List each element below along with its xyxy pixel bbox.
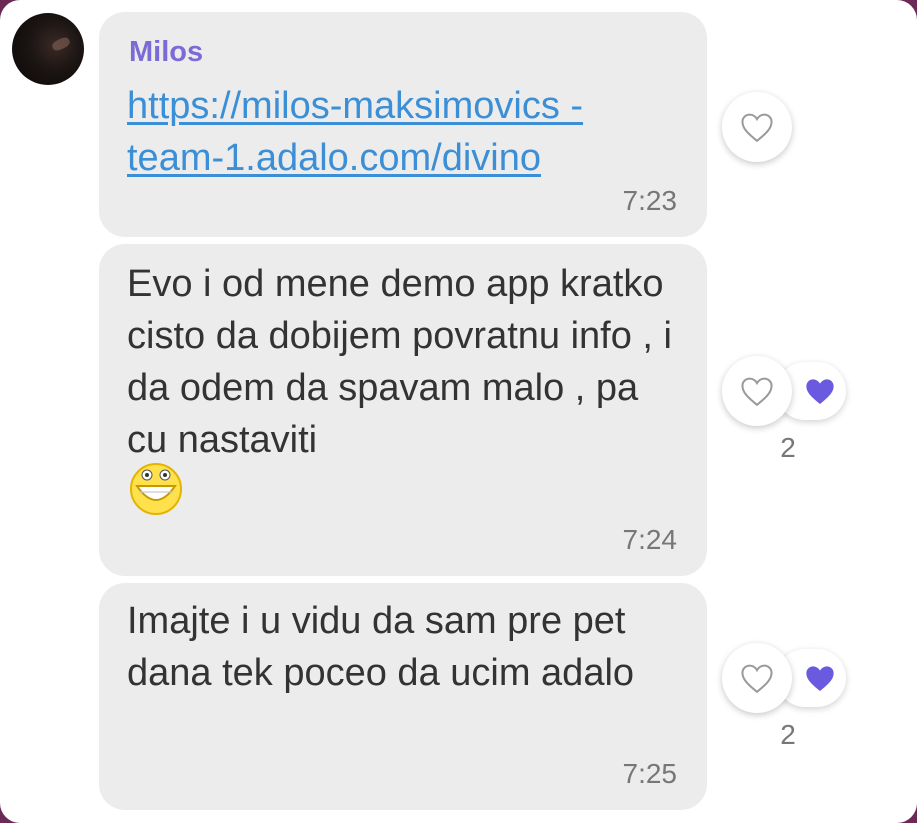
message-bubble[interactable]: Imajte i u vidu da sam pre pet dana tek … [99, 583, 707, 810]
message-time: 7:23 [622, 185, 678, 216]
heart-filled-icon [806, 379, 834, 404]
message-text: Evo i od mene demo app kratko cisto da d… [127, 263, 672, 461]
heart-outline-icon [741, 113, 773, 143]
message-bubble[interactable]: Milos https://milos-maksimovics -team-1.… [99, 12, 707, 237]
message-bubble[interactable]: Evo i od mene demo app kratko cisto da d… [99, 244, 707, 576]
heart-filled-icon [806, 666, 834, 691]
reaction-count[interactable]: 2 [774, 432, 802, 464]
heart-outline-icon [741, 664, 773, 694]
sender-name[interactable]: Milos [129, 36, 203, 69]
message-link[interactable]: https://milos-maksimovics -team-1.adalo.… [127, 80, 647, 184]
message-text: Imajte i u vidu da sam pre pet dana tek … [127, 600, 635, 694]
avatar-image [50, 35, 72, 53]
message-time: 7:24 [622, 524, 678, 555]
grinning-face-emoji [130, 463, 182, 515]
chat-screen: Milos https://milos-maksimovics -team-1.… [0, 0, 917, 823]
message-time: 7:25 [622, 758, 678, 789]
like-button[interactable] [722, 356, 792, 426]
avatar[interactable] [12, 13, 84, 85]
like-button[interactable] [722, 643, 792, 713]
like-button[interactable] [722, 92, 792, 162]
heart-outline-icon [741, 377, 773, 407]
reaction-count[interactable]: 2 [774, 719, 802, 751]
